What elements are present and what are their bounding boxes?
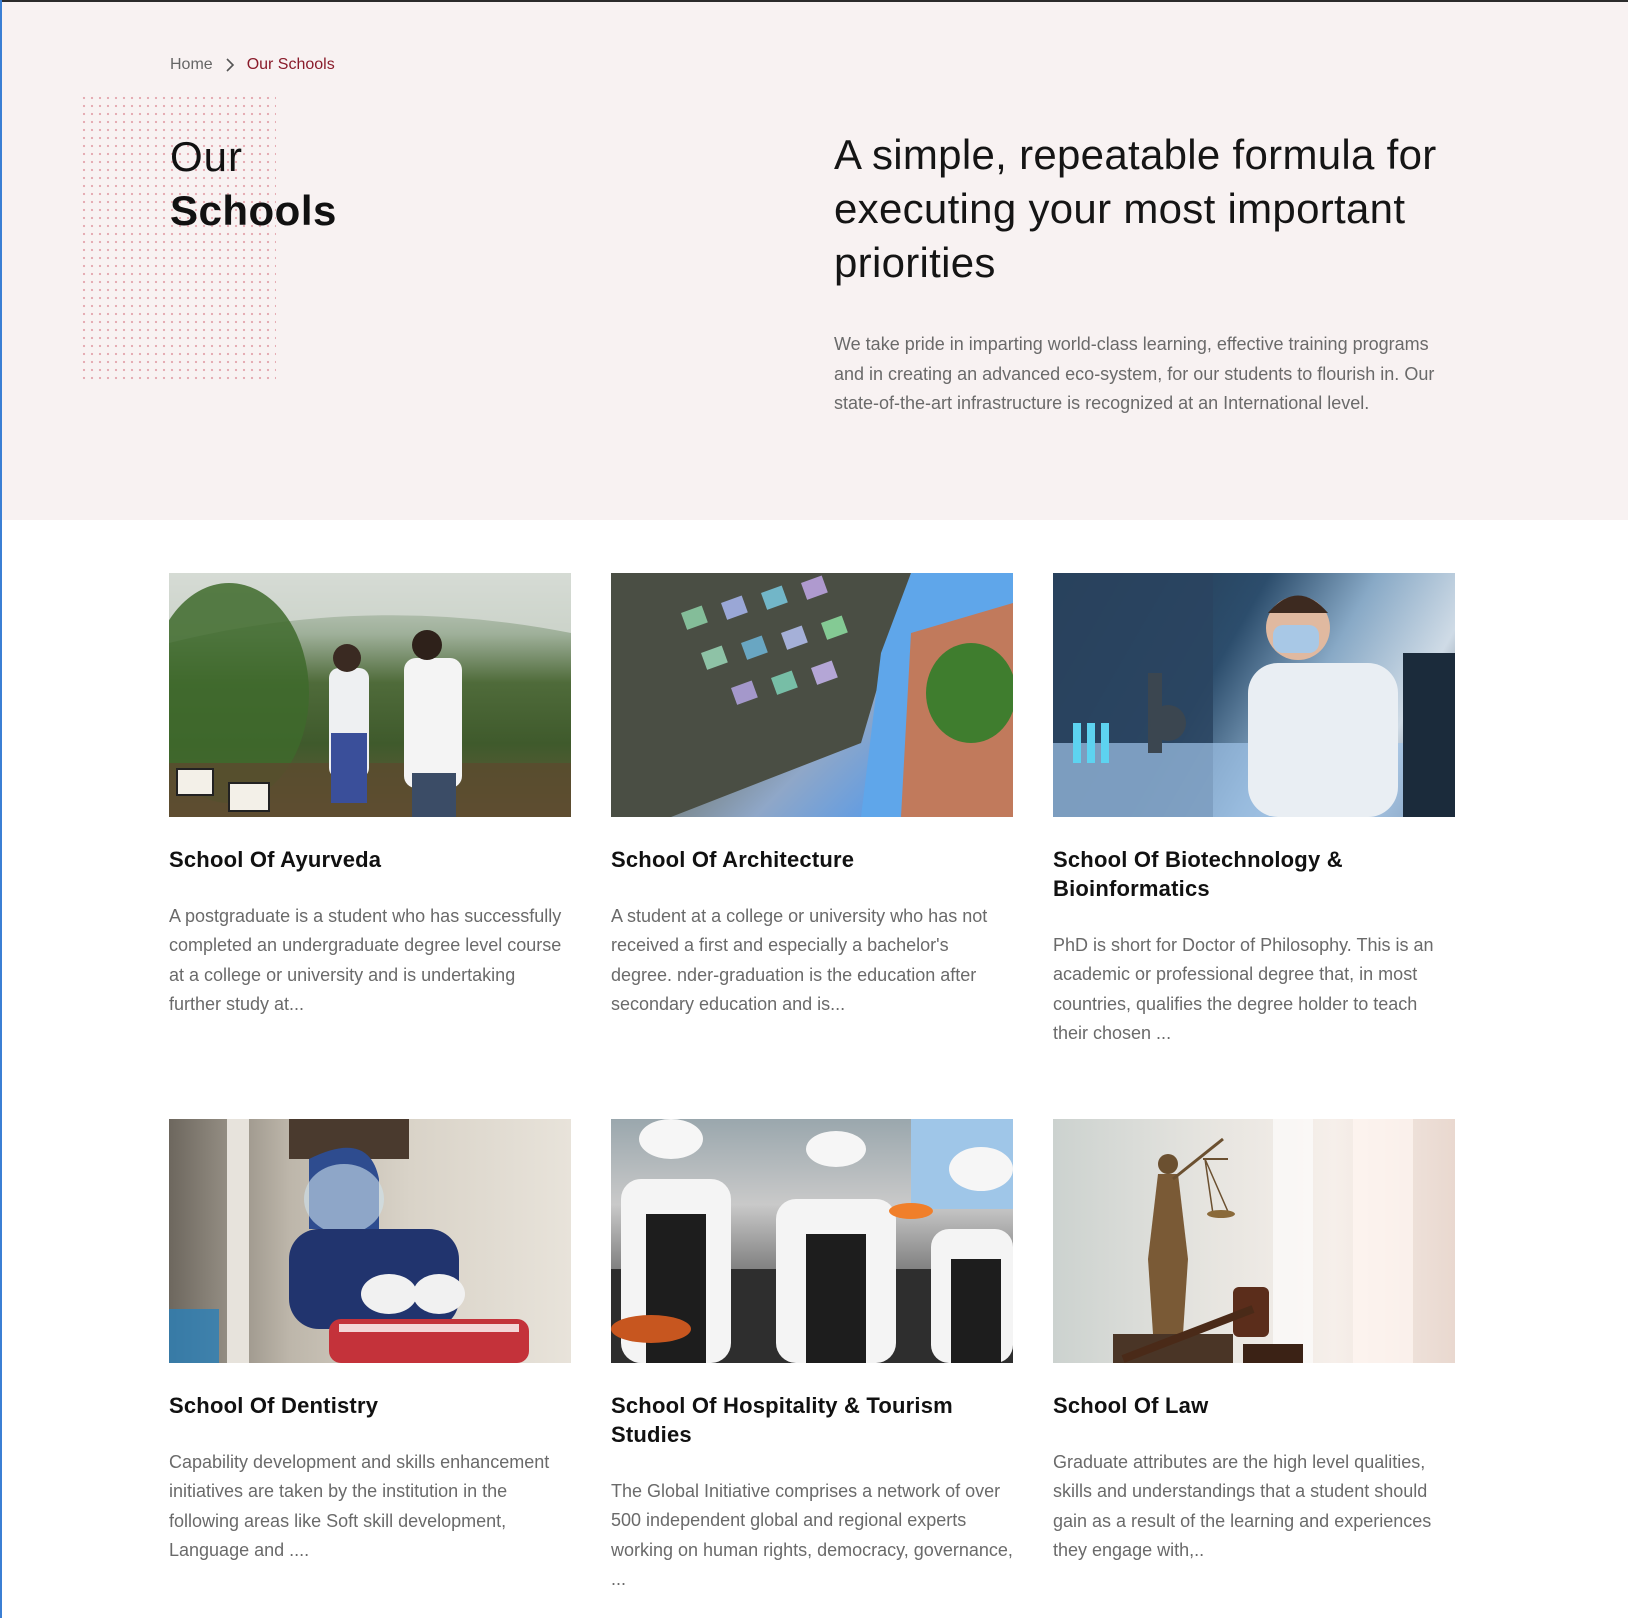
school-description: Capability development and skills enhanc…: [169, 1452, 550, 1561]
page-title-line2: Schools: [170, 187, 337, 234]
school-description: The Global Initiative comprises a networ…: [611, 1481, 1013, 1590]
page-title-line1: Our: [170, 133, 244, 180]
school-description: A postgraduate is a student who has succ…: [169, 906, 562, 1015]
school-description: Graduate attributes are the high level q…: [1053, 1452, 1432, 1561]
school-title[interactable]: School Of Architecture: [611, 845, 1013, 874]
breadcrumb: Home Our Schools: [170, 56, 335, 74]
school-description: A student at a college or university who…: [611, 906, 988, 1015]
school-card[interactable]: School Of Ayurveda A postgraduate is a s…: [169, 573, 571, 1119]
chevron-right-icon: [225, 57, 235, 73]
school-title[interactable]: School Of Dentistry: [169, 1391, 571, 1420]
hero-heading: A simple, repeatable formula for executi…: [834, 131, 1437, 286]
hero-section: Home Our Schools Our Schools A simple, r…: [2, 2, 1628, 520]
school-card[interactable]: School Of Dentistry Capability developme…: [169, 1119, 571, 1618]
school-image-law[interactable]: [1053, 1119, 1455, 1363]
school-image-biotech[interactable]: [1053, 573, 1455, 817]
school-card[interactable]: School Of Architecture A student at a co…: [611, 573, 1013, 1119]
page-title: Our Schools: [170, 130, 337, 238]
schools-grid: School Of Ayurveda A postgraduate is a s…: [169, 573, 1455, 1618]
school-card[interactable]: School Of Hospitality & Tourism Studies …: [611, 1119, 1013, 1618]
breadcrumb-current: Our Schools: [246, 56, 335, 73]
school-card[interactable]: School Of Biotechnology & Bioinformatics…: [1053, 573, 1455, 1119]
breadcrumb-home-link[interactable]: Home: [170, 56, 213, 74]
school-title[interactable]: School Of Biotechnology & Bioinformatics: [1053, 845, 1455, 903]
school-card[interactable]: School Of Law Graduate attributes are th…: [1053, 1119, 1455, 1618]
school-title[interactable]: School Of Ayurveda: [169, 845, 571, 874]
school-description: PhD is short for Doctor of Philosophy. T…: [1053, 935, 1434, 1044]
hero-description: We take pride in imparting world-class l…: [834, 334, 1435, 413]
school-image-hospitality[interactable]: [611, 1119, 1013, 1363]
school-title[interactable]: School Of Hospitality & Tourism Studies: [611, 1391, 1013, 1449]
school-image-architecture[interactable]: [611, 573, 1013, 817]
school-title[interactable]: School Of Law: [1053, 1391, 1455, 1420]
school-image-dentistry[interactable]: [169, 1119, 571, 1363]
school-image-ayurveda[interactable]: [169, 573, 571, 817]
